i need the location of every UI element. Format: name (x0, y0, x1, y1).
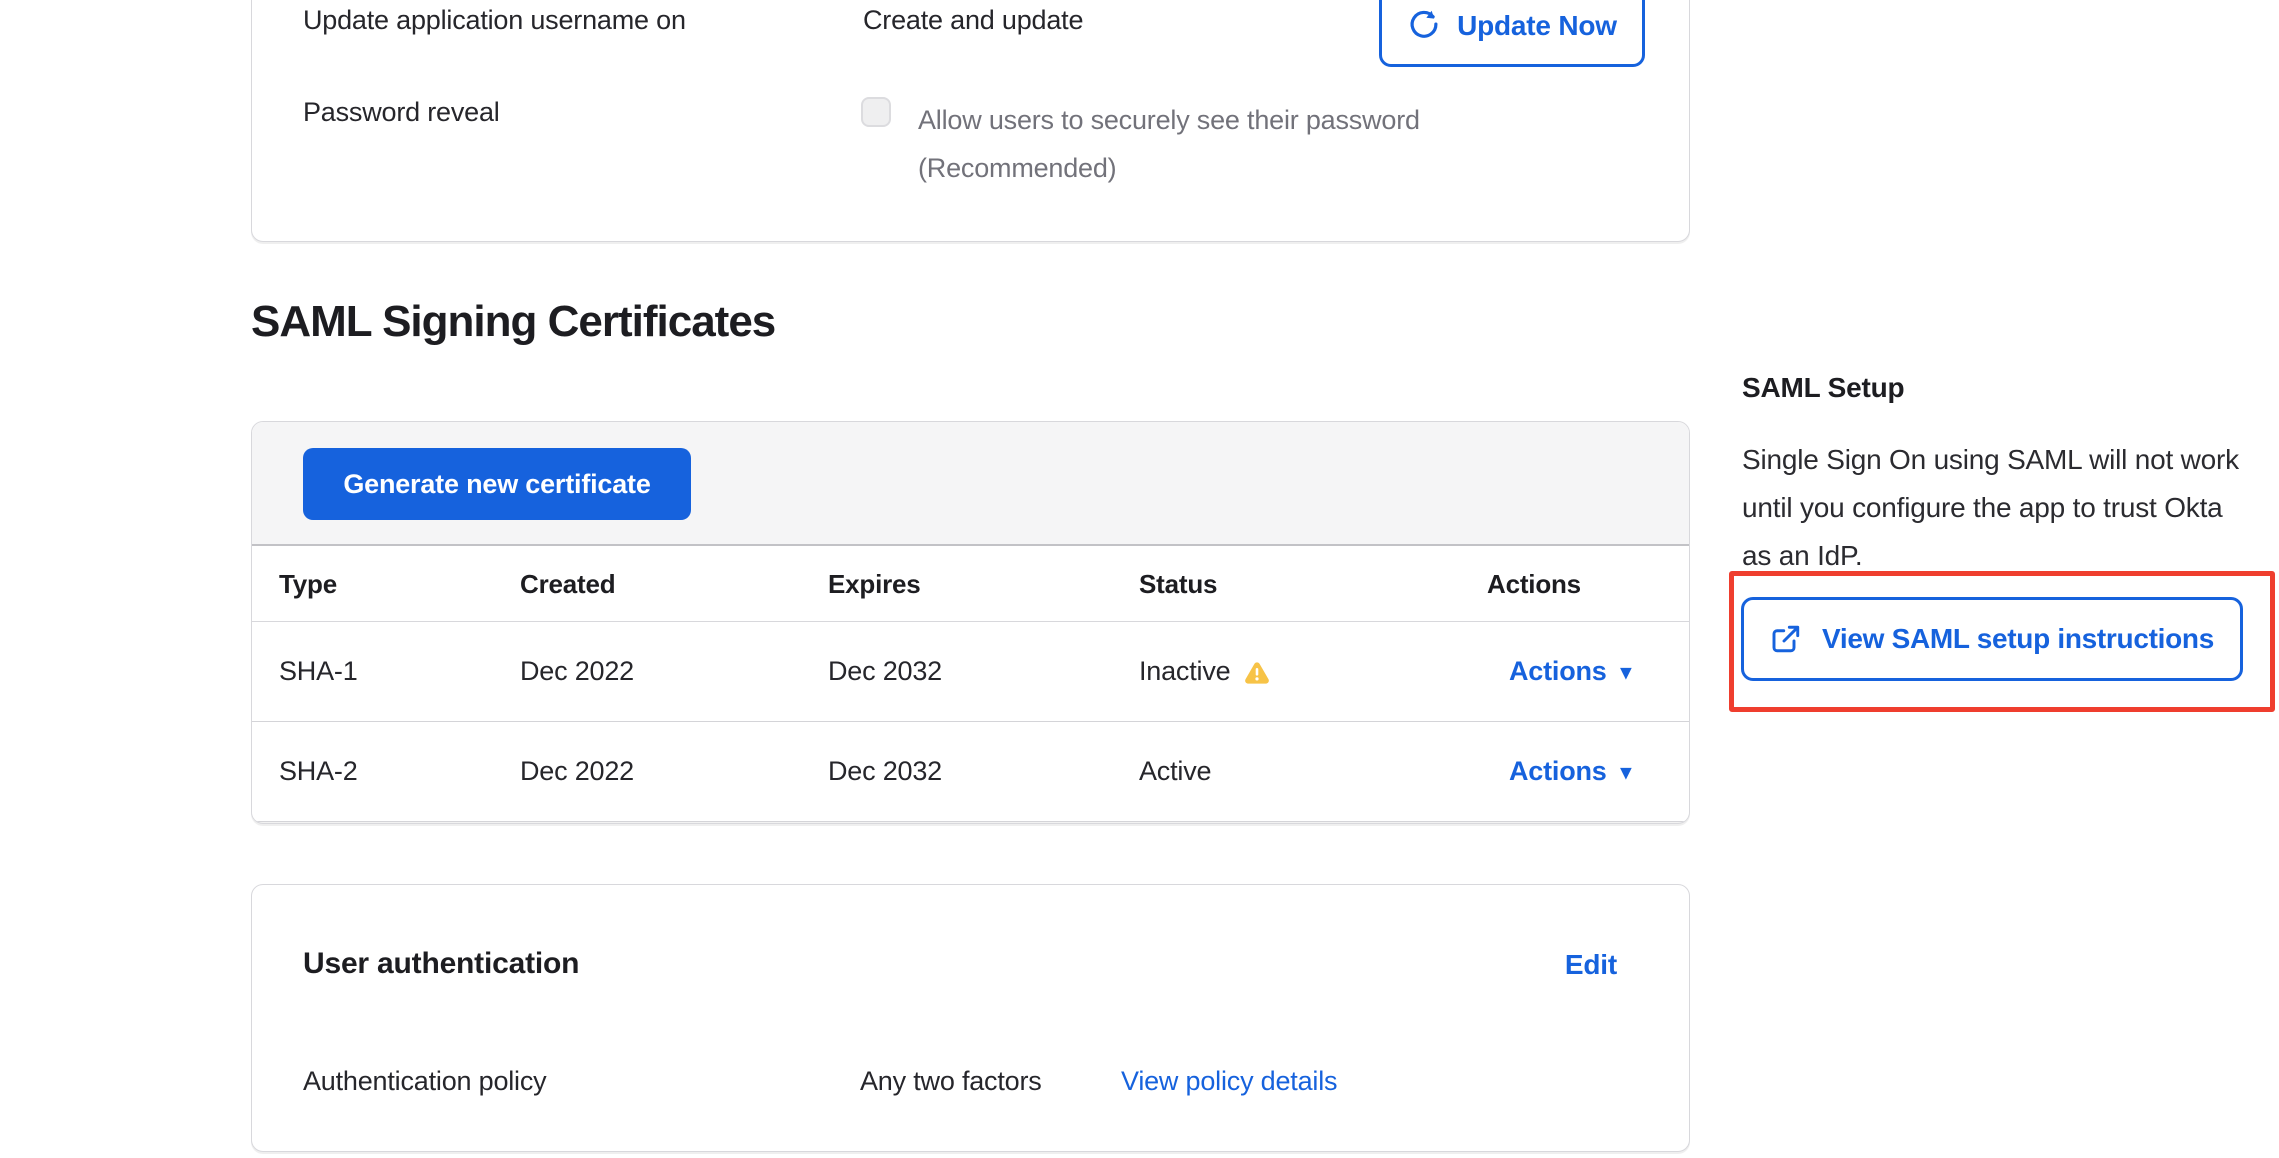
cert-actions-cell: Actions ▾ (1475, 622, 1689, 722)
view-saml-label: View SAML setup instructions (1822, 623, 2214, 655)
external-link-icon (1770, 623, 1802, 655)
status-text: Inactive (1139, 656, 1230, 687)
authentication-policy-value: Any two factors (860, 1066, 1042, 1097)
column-header-expires: Expires (807, 548, 1119, 622)
column-header-created: Created (495, 548, 807, 622)
page-title: SAML Signing Certificates (251, 298, 775, 346)
chevron-down-icon: ▾ (1621, 662, 1631, 683)
refresh-icon (1407, 8, 1441, 42)
password-reveal-checkbox-label: Allow users to securely see their passwo… (918, 96, 1420, 192)
annotation-highlight-box: View SAML setup instructions (1729, 571, 2275, 712)
update-now-button[interactable]: Update Now (1379, 0, 1645, 67)
actions-label: Actions (1509, 756, 1607, 787)
table-toolbar: Generate new certificate (252, 422, 1689, 546)
cert-type: SHA-2 (252, 722, 495, 822)
cert-created: Dec 2022 (495, 622, 807, 722)
user-authentication-title: User authentication (303, 947, 579, 981)
sign-on-settings-card: Update application username on Create an… (251, 0, 1690, 242)
authentication-policy-label: Authentication policy (303, 1066, 546, 1097)
saml-setup-title: SAML Setup (1742, 372, 1904, 404)
actions-label: Actions (1509, 656, 1607, 687)
checkbox-label-line2: (Recommended) (918, 144, 1420, 192)
saml-certificates-card: Generate new certificate Type Created Ex… (251, 421, 1690, 824)
edit-link[interactable]: Edit (1565, 949, 1617, 981)
password-reveal-checkbox[interactable] (861, 97, 891, 127)
column-header-type: Type (252, 548, 495, 622)
generate-new-certificate-button[interactable]: Generate new certificate (303, 448, 691, 520)
update-now-label: Update Now (1457, 10, 1617, 42)
cert-actions-cell: Actions ▾ (1475, 722, 1689, 822)
table-row: SHA-2 Dec 2022 Dec 2032 Active Actions ▾ (252, 722, 1689, 822)
saml-setup-description: Single Sign On using SAML will not work … (1742, 436, 2247, 580)
password-reveal-label: Password reveal (303, 97, 500, 128)
cert-status-cell: Active (1119, 722, 1475, 822)
cert-status-cell: Inactive (1119, 622, 1475, 722)
checkbox-label-line1: Allow users to securely see their passwo… (918, 96, 1420, 144)
username-update-value: Create and update (863, 5, 1083, 36)
cert-expires: Dec 2032 (807, 622, 1119, 722)
certificates-table: Type Created Expires Status Actions SHA-… (252, 548, 1689, 822)
actions-dropdown[interactable]: Actions ▾ (1509, 656, 1631, 687)
view-saml-setup-instructions-button[interactable]: View SAML setup instructions (1741, 597, 2243, 681)
table-row: SHA-1 Dec 2022 Dec 2032 Inactive (252, 622, 1689, 722)
actions-dropdown[interactable]: Actions ▾ (1509, 756, 1631, 787)
cert-expires: Dec 2032 (807, 722, 1119, 822)
chevron-down-icon: ▾ (1621, 762, 1631, 783)
column-header-actions: Actions (1475, 548, 1689, 622)
view-policy-details-link[interactable]: View policy details (1121, 1066, 1337, 1097)
cert-type: SHA-1 (252, 622, 495, 722)
cert-created: Dec 2022 (495, 722, 807, 822)
username-update-label: Update application username on (303, 5, 686, 36)
column-header-status: Status (1119, 548, 1475, 622)
user-authentication-card: User authentication Edit Authentication … (251, 884, 1690, 1152)
status-text: Active (1139, 756, 1211, 787)
table-header-row: Type Created Expires Status Actions (252, 548, 1689, 622)
warning-icon (1244, 661, 1270, 685)
